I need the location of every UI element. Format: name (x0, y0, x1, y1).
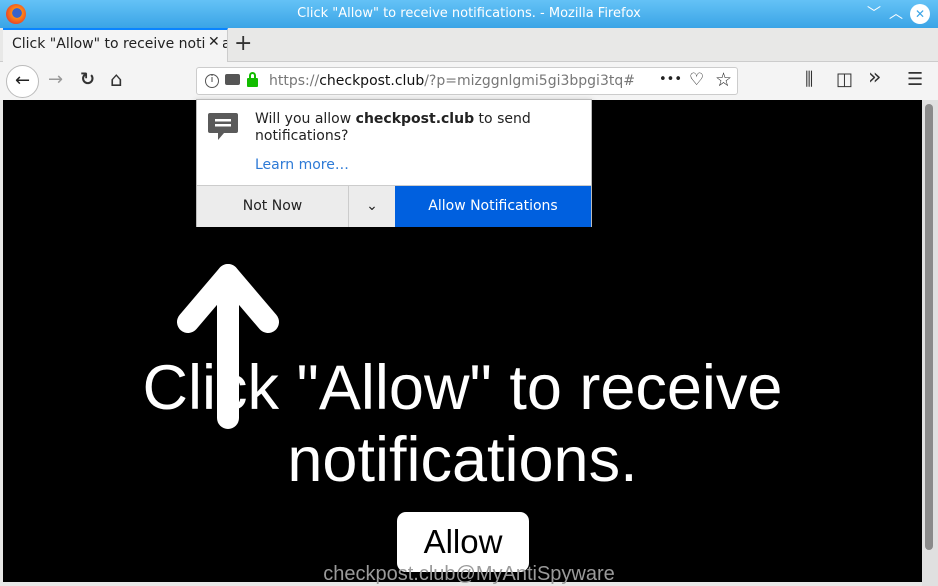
new-tab-button[interactable]: + (234, 31, 252, 56)
notification-speech-icon (208, 113, 238, 140)
window-title: Click "Allow" to receive notifications. … (297, 6, 641, 21)
url-text[interactable]: https://checkpost.club/?p=mizggnlgmi5gi3… (269, 73, 635, 89)
allow-notifications-button[interactable]: Allow Notifications (395, 186, 591, 227)
popup-message: Will you allow checkpost.club to send no… (255, 111, 531, 144)
window-titlebar: Click "Allow" to receive notifications. … (0, 0, 938, 28)
menu-icon[interactable]: ☰ (907, 69, 923, 90)
notification-icon[interactable] (225, 74, 240, 85)
headline-line1: Click "Allow" to receive (142, 353, 783, 423)
tab-active[interactable]: Click "Allow" to receive notifications. (3, 28, 228, 62)
close-window-button[interactable]: ✕ (910, 4, 930, 24)
headline-line2: notifications. (287, 425, 638, 495)
info-icon[interactable]: i (205, 74, 219, 88)
tab-title: Click "Allow" to receive notifications. (12, 36, 227, 52)
overflow-icon[interactable]: » (868, 65, 881, 90)
back-button[interactable]: ← (6, 65, 39, 98)
lock-shackle (249, 72, 256, 80)
tab-strip: Click "Allow" to receive notifications. … (0, 28, 938, 62)
firefox-logo-icon (6, 4, 26, 24)
sidebar-icon[interactable]: ◫ (836, 69, 853, 90)
bookmark-star-icon[interactable]: ☆ (715, 69, 732, 91)
tab-close-icon[interactable]: ✕ (205, 34, 223, 50)
watermark: checkpost.club@MyAntiSpyware (323, 563, 615, 585)
minimize-button[interactable]: ﹀ (864, 4, 884, 24)
chevron-down-icon[interactable]: ⌄ (348, 186, 395, 227)
home-button[interactable]: ⌂ (110, 67, 123, 91)
library-icon[interactable]: ⫼ (805, 69, 813, 90)
not-now-button[interactable]: Not Now (197, 186, 348, 227)
reload-button[interactable]: ↻ (80, 69, 95, 90)
learn-more-link[interactable]: Learn more… (255, 157, 349, 173)
forward-button[interactable]: → (48, 69, 63, 90)
pocket-icon[interactable]: ♡ (689, 70, 704, 90)
notification-permission-popup: Will you allow checkpost.club to send no… (196, 99, 592, 227)
page-actions-icon[interactable]: ••• (659, 72, 682, 87)
url-bar[interactable]: i https://checkpost.club/?p=mizggnlgmi5g… (196, 67, 738, 95)
scrollbar-thumb[interactable] (925, 104, 933, 550)
maximize-button[interactable]: ︿ (886, 4, 906, 24)
popup-buttons: Not Now ⌄ Allow Notifications (197, 185, 591, 227)
